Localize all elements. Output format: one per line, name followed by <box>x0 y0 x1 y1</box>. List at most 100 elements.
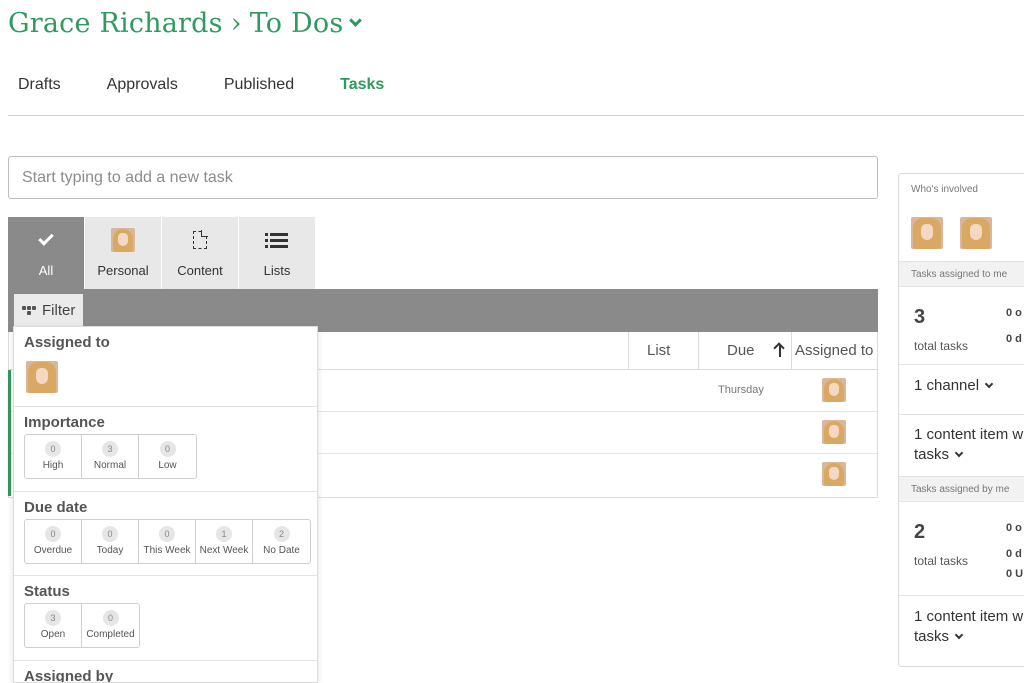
type-tab-all[interactable]: All <box>8 217 84 289</box>
avatar <box>822 378 846 402</box>
divider <box>899 595 1024 596</box>
divider <box>899 414 1024 415</box>
filter-option-normal[interactable]: 3 Normal <box>82 435 139 478</box>
tab-approvals[interactable]: Approvals <box>107 76 178 94</box>
assigned-to-me-header: Tasks assigned to me <box>899 261 1024 287</box>
filter-status: Status 3 Open 0 Completed <box>14 575 317 660</box>
option-label: Overdue <box>33 545 73 556</box>
filter-section-title: Due date <box>24 499 88 516</box>
filter-option-high[interactable]: 0 High <box>25 435 82 478</box>
user-name: Grace Richards <box>8 8 223 39</box>
option-label: Next Week <box>199 545 249 556</box>
breadcrumb-separator: › <box>230 8 242 39</box>
filter-option-open[interactable]: 3 Open <box>25 604 82 647</box>
filter-option-overdue[interactable]: 0 Overdue <box>25 520 82 563</box>
avatar <box>822 462 846 486</box>
section-heading: Tasks assigned to me <box>911 269 1008 280</box>
filter-option-no-date[interactable]: 2 No Date <box>253 520 310 563</box>
filter-importance: Importance 0 High 3 Normal 0 Low <box>14 406 317 491</box>
option-label: High <box>42 460 64 471</box>
page-name: To Dos <box>249 8 344 39</box>
type-tab-label: Lists <box>263 263 291 278</box>
filter-due-date: Due date 0 Overdue 0 Today 0 This Week 1 Nex… <box>14 491 317 575</box>
avatar <box>110 227 136 253</box>
content-item-link-line2[interactable]: tasks <box>914 446 964 463</box>
option-label: Today <box>96 545 124 556</box>
option-count: 0 <box>102 526 118 542</box>
chevron-down-icon <box>984 379 994 389</box>
filter-label: Filter <box>42 301 76 319</box>
filter-option-today[interactable]: 0 Today <box>82 520 139 563</box>
partial-stat: 0 U <box>1006 568 1024 580</box>
option-count: 0 <box>159 441 176 457</box>
section-heading: Tasks assigned by me <box>911 484 1010 495</box>
partial-stat: 0 d <box>1006 333 1022 345</box>
channel-link-label: 1 channel <box>914 377 980 394</box>
chevron-down-icon <box>954 448 964 458</box>
filter-option-next-week[interactable]: 1 Next Week <box>196 520 253 563</box>
content-item-link[interactable]: 1 content item w <box>914 608 1023 625</box>
involvement-panel: Who's involved Tasks assigned to me 3 to… <box>898 173 1024 667</box>
content-link-label: tasks <box>914 628 950 645</box>
filter-section-title: Status <box>24 583 70 600</box>
content-link-label: tasks <box>914 446 950 463</box>
option-count: 0 <box>45 441 61 457</box>
tab-published[interactable]: Published <box>224 76 294 94</box>
filter-panel: Assigned to Importance 0 High 3 Normal 0 Lo… <box>13 326 318 683</box>
task-type-tabs: All Personal Content Lists <box>8 217 316 289</box>
total-count: 3 <box>914 306 926 328</box>
column-header-assigned-to[interactable]: Assigned to <box>791 332 878 370</box>
partial-stat: 0 o <box>1006 522 1022 534</box>
filter-section-title: Assigned to <box>24 334 110 351</box>
check-icon <box>33 227 59 253</box>
status-options: 3 Open 0 Completed <box>24 603 140 648</box>
selected-row-indicator <box>8 370 11 496</box>
new-task-input[interactable] <box>8 156 878 199</box>
filter-assigned-to: Assigned to <box>14 327 317 406</box>
type-tab-personal[interactable]: Personal <box>85 217 161 289</box>
avatar[interactable] <box>26 361 58 393</box>
tab-tasks[interactable]: Tasks <box>340 76 384 94</box>
avatar[interactable] <box>960 217 992 249</box>
option-label: This Week <box>143 545 191 556</box>
option-count: 3 <box>102 441 118 457</box>
type-tab-content[interactable]: Content <box>162 217 238 289</box>
filter-section-title: Importance <box>24 414 105 431</box>
partial-stat: 0 d <box>1006 548 1022 560</box>
column-header-list[interactable]: List <box>628 332 698 370</box>
filter-assigned-by: Assigned by <box>14 660 317 682</box>
option-label: Low <box>158 460 177 471</box>
chevron-down-icon[interactable] <box>349 14 363 27</box>
content-item-link-line2[interactable]: tasks <box>914 628 964 645</box>
avatar[interactable] <box>911 217 943 249</box>
main-tabs: Drafts Approvals Published Tasks <box>18 76 430 94</box>
option-label: Normal <box>93 460 127 471</box>
page-title[interactable]: Grace Richards › To Dos <box>8 8 363 39</box>
row-due-date: Thursday <box>718 384 764 396</box>
content-item-link[interactable]: 1 content item w <box>914 426 1023 443</box>
header-divider <box>8 115 1024 116</box>
total-label: total tasks <box>914 554 969 568</box>
column-header-due-label: Due <box>727 342 755 359</box>
filter-option-completed[interactable]: 0 Completed <box>82 604 139 647</box>
option-label: Open <box>40 629 66 640</box>
filter-option-low[interactable]: 0 Low <box>139 435 196 478</box>
filter-option-this-week[interactable]: 0 This Week <box>139 520 196 563</box>
importance-options: 0 High 3 Normal 0 Low <box>24 434 197 479</box>
whos-involved-label: Who's involved <box>911 184 978 195</box>
avatar <box>822 420 846 444</box>
partial-stat: 0 o <box>1006 307 1022 319</box>
type-tab-lists[interactable]: Lists <box>239 217 315 289</box>
total-label: total tasks <box>914 339 969 353</box>
due-date-options: 0 Overdue 0 Today 0 This Week 1 Next Week 2 N… <box>24 519 311 564</box>
document-icon <box>187 227 213 253</box>
column-header-due[interactable]: Due <box>698 332 791 370</box>
tab-drafts[interactable]: Drafts <box>18 76 61 94</box>
option-label: No Date <box>263 545 300 556</box>
channel-link[interactable]: 1 channel <box>914 377 994 394</box>
option-count: 0 <box>45 526 61 542</box>
chevron-down-icon <box>954 630 964 640</box>
option-label: Completed <box>86 629 135 640</box>
option-count: 3 <box>45 610 61 626</box>
filter-button[interactable]: Filter <box>14 294 84 326</box>
